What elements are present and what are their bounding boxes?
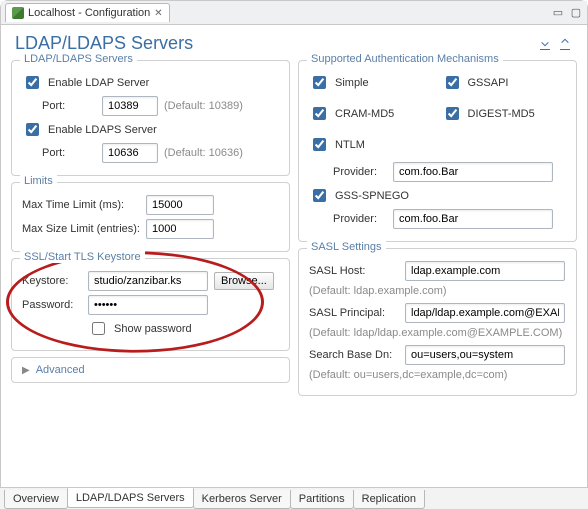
ldap-servers-group: LDAP/LDAPS Servers Enable LDAP Server Po… bbox=[11, 60, 290, 176]
ntlm-checkbox[interactable] bbox=[313, 138, 326, 151]
group-legend: Supported Authentication Mechanisms bbox=[307, 53, 503, 65]
bottom-tab-bar: Overview LDAP/LDAPS Servers Kerberos Ser… bbox=[0, 487, 588, 509]
basedn-input[interactable] bbox=[405, 345, 565, 365]
simple-label: Simple bbox=[335, 77, 369, 89]
group-legend: LDAP/LDAPS Servers bbox=[20, 53, 137, 65]
gssspnego-checkbox[interactable] bbox=[313, 189, 326, 202]
minimize-icon[interactable]: ▭ bbox=[551, 7, 565, 19]
simple-checkbox[interactable] bbox=[313, 76, 326, 89]
password-label: Password: bbox=[22, 299, 82, 311]
group-legend: SASL Settings bbox=[307, 241, 386, 253]
editor-tab[interactable]: Localhost - Configuration ✕ bbox=[5, 3, 170, 22]
tab-replication[interactable]: Replication bbox=[353, 490, 425, 509]
cram-label: CRAM-MD5 bbox=[335, 108, 394, 120]
group-legend: SSL/Start TLS Keystore bbox=[20, 251, 145, 263]
sasl-principal-input[interactable] bbox=[405, 303, 565, 323]
sasl-host-input[interactable] bbox=[405, 261, 565, 281]
enable-ldaps-checkbox[interactable] bbox=[26, 123, 39, 136]
tab-overview[interactable]: Overview bbox=[4, 490, 68, 509]
sasl-principal-label: SASL Principal: bbox=[309, 307, 399, 319]
ldaps-port-input[interactable] bbox=[102, 143, 158, 163]
show-password-checkbox[interactable] bbox=[92, 322, 105, 335]
ntlm-provider-input[interactable] bbox=[393, 162, 553, 182]
ldap-port-input[interactable] bbox=[102, 96, 158, 116]
window-tab-bar: Localhost - Configuration ✕ ▭ ▢ bbox=[1, 1, 587, 25]
auth-mechanisms-group: Supported Authentication Mechanisms Simp… bbox=[298, 60, 577, 242]
page-title: LDAP/LDAPS Servers bbox=[15, 33, 193, 54]
cram-checkbox[interactable] bbox=[313, 107, 326, 120]
tab-partitions[interactable]: Partitions bbox=[290, 490, 354, 509]
size-limit-input[interactable] bbox=[146, 219, 214, 239]
export-icon[interactable] bbox=[557, 36, 573, 52]
config-icon bbox=[12, 7, 24, 19]
ntlm-label: NTLM bbox=[335, 139, 365, 151]
tab-kerberos[interactable]: Kerberos Server bbox=[193, 490, 291, 509]
close-icon[interactable]: ✕ bbox=[154, 8, 162, 19]
limits-group: Limits Max Time Limit (ms): Max Size Lim… bbox=[11, 182, 290, 252]
group-legend: Limits bbox=[20, 175, 57, 187]
basedn-label: Search Base Dn: bbox=[309, 349, 399, 361]
import-icon[interactable] bbox=[537, 36, 553, 52]
gssapi-checkbox[interactable] bbox=[446, 76, 459, 89]
size-limit-label: Max Size Limit (entries): bbox=[22, 223, 140, 235]
advanced-label: Advanced bbox=[36, 364, 85, 376]
provider-label: Provider: bbox=[333, 213, 387, 225]
time-limit-label: Max Time Limit (ms): bbox=[22, 199, 140, 211]
ldap-port-hint: (Default: 10389) bbox=[164, 100, 243, 112]
enable-ldap-label: Enable LDAP Server bbox=[48, 77, 149, 89]
ssl-keystore-group: SSL/Start TLS Keystore Keystore: Browse.… bbox=[11, 258, 290, 351]
provider-label: Provider: bbox=[333, 166, 387, 178]
gssspnego-provider-input[interactable] bbox=[393, 209, 553, 229]
port-label: Port: bbox=[42, 100, 96, 112]
sasl-settings-group: SASL Settings SASL Host: (Default: ldap.… bbox=[298, 248, 577, 396]
sasl-host-hint: (Default: ldap.example.com) bbox=[309, 285, 566, 297]
show-password-label: Show password bbox=[114, 323, 192, 335]
time-limit-input[interactable] bbox=[146, 195, 214, 215]
digest-checkbox[interactable] bbox=[446, 107, 459, 120]
chevron-right-icon: ▶ bbox=[22, 365, 30, 376]
keystore-label: Keystore: bbox=[22, 275, 82, 287]
sasl-principal-hint: (Default: ldap/ldap.example.com@EXAMPLE.… bbox=[309, 327, 566, 339]
password-input[interactable] bbox=[88, 295, 208, 315]
advanced-section[interactable]: ▶ Advanced bbox=[11, 357, 290, 383]
enable-ldap-checkbox[interactable] bbox=[26, 76, 39, 89]
gssapi-label: GSSAPI bbox=[468, 77, 509, 89]
tab-ldap-servers[interactable]: LDAP/LDAPS Servers bbox=[67, 488, 194, 508]
digest-label: DIGEST-MD5 bbox=[468, 108, 535, 120]
gssspnego-label: GSS-SPNEGO bbox=[335, 190, 409, 202]
sasl-host-label: SASL Host: bbox=[309, 265, 399, 277]
ldaps-port-hint: (Default: 10636) bbox=[164, 147, 243, 159]
editor-tab-label: Localhost - Configuration bbox=[28, 7, 150, 19]
maximize-icon[interactable]: ▢ bbox=[569, 7, 583, 19]
enable-ldaps-label: Enable LDAPS Server bbox=[48, 124, 157, 136]
keystore-input[interactable] bbox=[88, 271, 208, 291]
browse-button[interactable]: Browse... bbox=[214, 272, 274, 290]
basedn-hint: (Default: ou=users,dc=example,dc=com) bbox=[309, 369, 566, 381]
port-label: Port: bbox=[42, 147, 96, 159]
